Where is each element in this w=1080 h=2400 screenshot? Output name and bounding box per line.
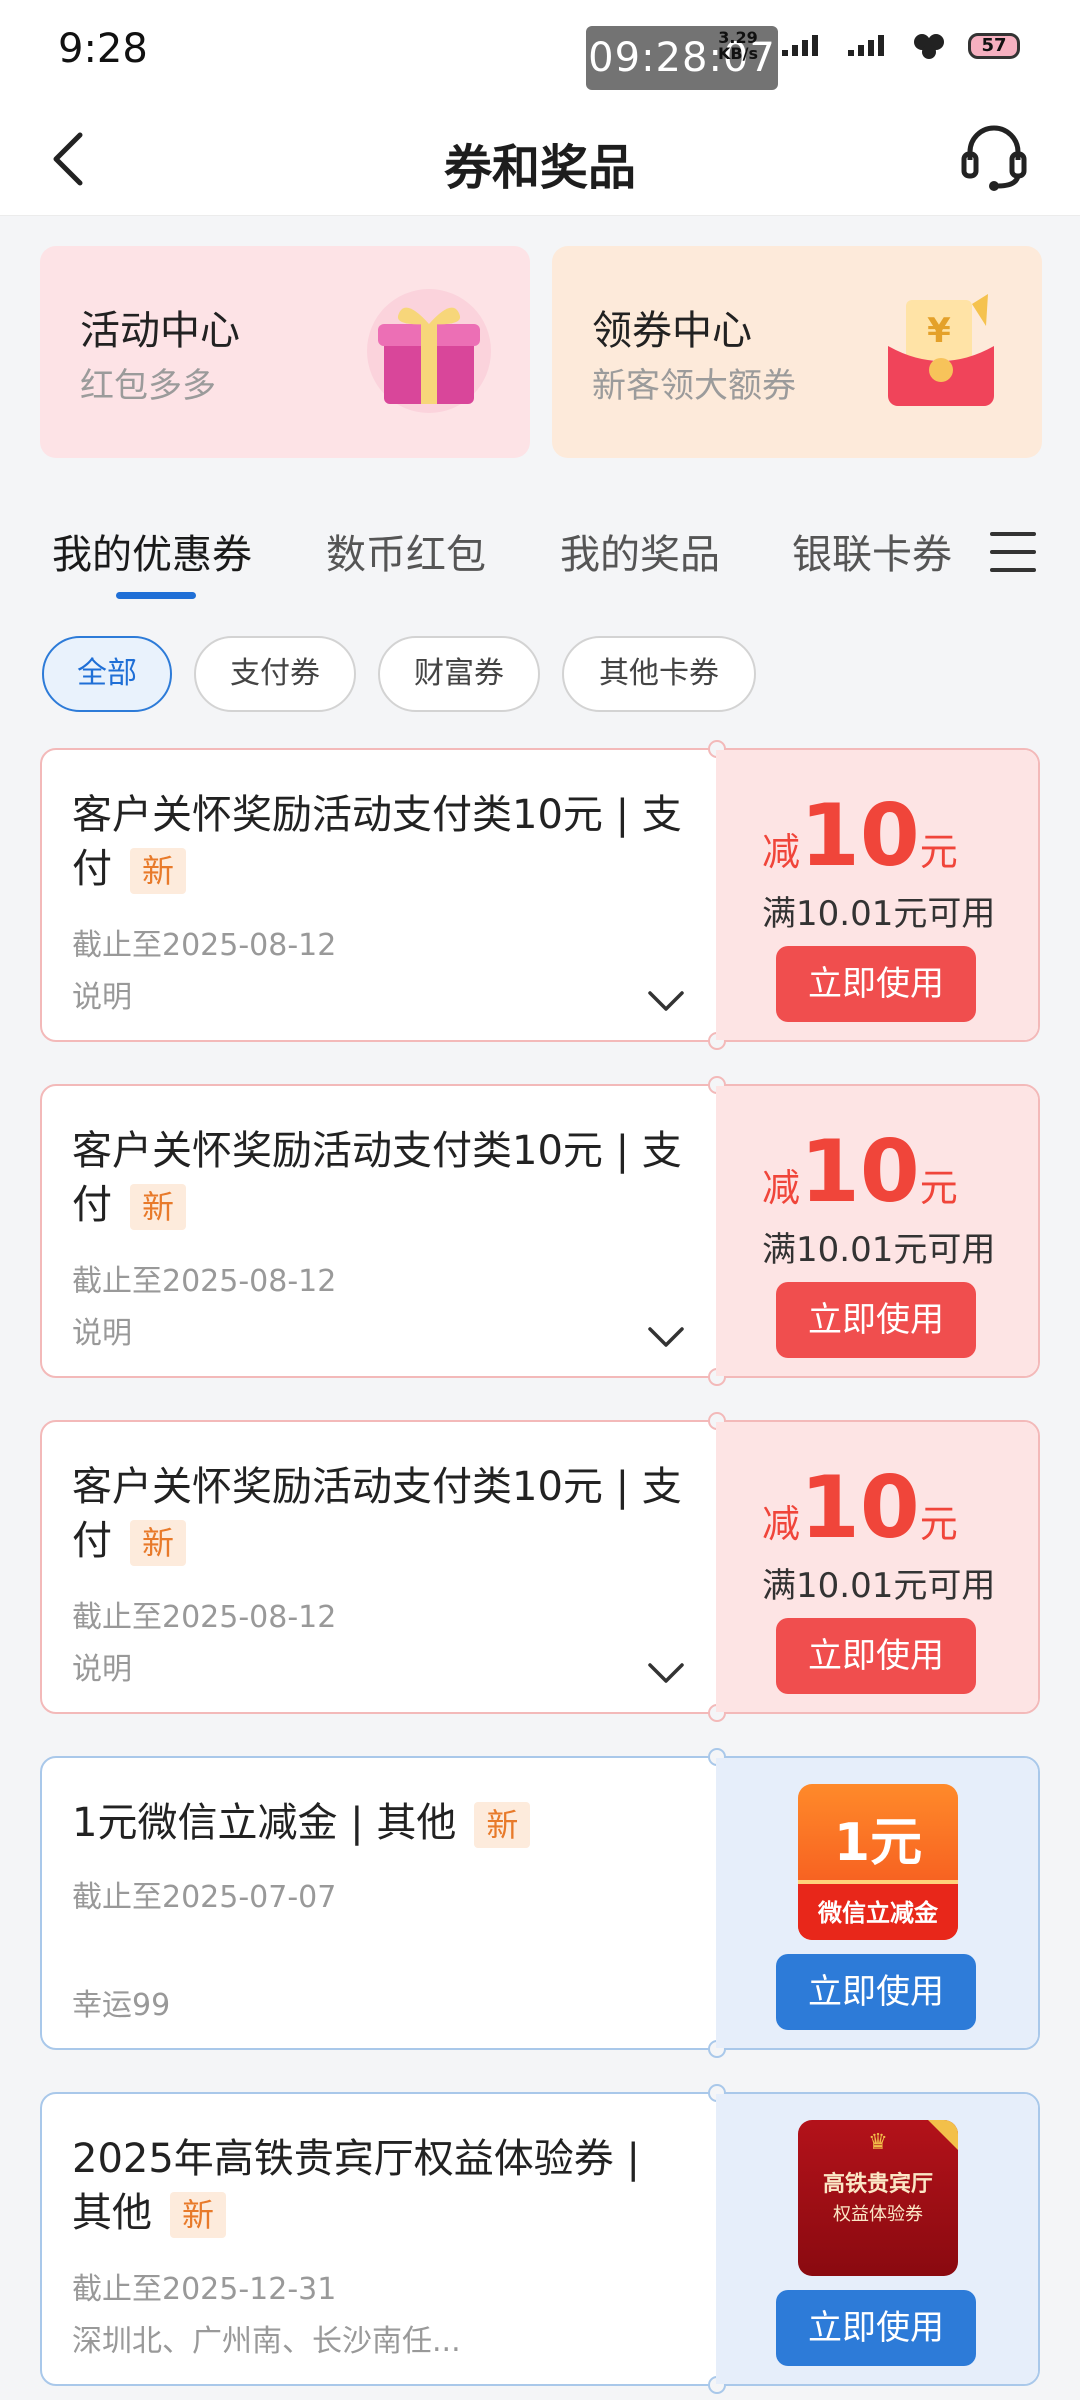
banner-subtitle: 红包多多 [80,366,216,406]
status-time: 9:28 [58,26,148,72]
nav-bar: 券和奖品 [0,100,1080,216]
coupon-expiry: 截止至2025-08-12 [72,928,337,963]
tab-unionpay-coupons[interactable]: 银联卡券 [792,522,952,580]
signal-icon-2 [848,35,884,56]
activity-center-banner[interactable]: 活动中心 红包多多 [40,246,530,458]
banner-title: 活动中心 [80,308,240,354]
coupon-condition: 满10.01元可用 [762,1566,996,1606]
filter-wealth[interactable]: 财富券 [378,636,540,712]
network-speed: 3.29 KB/s [718,28,758,63]
coupon-title: 客户关怀奖励活动支付类10元 | 支付新 [72,1464,682,1566]
new-badge: 新 [170,2192,227,2238]
coupon-condition: 满10.01元可用 [762,1230,996,1270]
status-icons: 3.29 KB/s 57 [718,30,1020,62]
filter-payment[interactable]: 支付券 [194,636,356,712]
coupon-note: 深圳北、广州南、长沙南任... [72,2324,461,2359]
banner-title: 领券中心 [592,308,752,354]
coupon-card[interactable]: 1元微信立减金 | 其他新 截止至2025-07-07 幸运99 1元 微信立减… [40,1748,1040,2058]
railway-lounge-image: ♛ 高铁贵宾厅 权益体验券 [798,2120,958,2276]
coupon-value-panel: 减10元 满10.01元可用 立即使用 [716,750,1038,1040]
coupon-tabs: 我的优惠券 数币红包 我的奖品 银联卡券 [0,500,1080,600]
new-badge: 新 [130,1520,187,1566]
filter-other-cards[interactable]: 其他卡券 [562,636,756,712]
page-title: 券和奖品 [443,140,636,196]
coupon-value-panel: 减10元 满10.01元可用 立即使用 [716,1422,1038,1712]
coupon-value-panel: 1元 微信立减金 立即使用 [716,1758,1038,2048]
svg-text:¥: ¥ [927,311,951,351]
use-now-button[interactable]: 立即使用 [776,946,976,1022]
new-badge: 新 [474,1802,531,1848]
coupon-description-toggle[interactable]: 说明 [72,972,132,1016]
tab-digital-red-packet[interactable]: 数币红包 [326,522,486,580]
coupon-expiry: 截止至2025-08-12 [72,1264,337,1299]
coupon-expiry: 截止至2025-08-12 [72,1600,337,1635]
coupon-info: 1元微信立减金 | 其他新 截止至2025-07-07 幸运99 [42,1758,716,2048]
coupon-amount: 减10元 [762,1122,958,1222]
coupon-info: 客户关怀奖励活动支付类10元 | 支付新 截止至2025-08-12 说明 [42,750,716,1040]
coupon-card[interactable]: 客户关怀奖励活动支付类10元 | 支付新 截止至2025-08-12 说明 减1… [40,740,1040,1050]
tab-my-prizes[interactable]: 我的奖品 [560,522,720,580]
coupon-info: 客户关怀奖励活动支付类10元 | 支付新 截止至2025-08-12 说明 [42,1086,716,1376]
chevron-down-icon[interactable] [646,1660,686,1686]
coupon-title: 2025年高铁贵宾厅权益体验券 | 其他新 [72,2136,640,2238]
new-badge: 新 [130,1184,187,1230]
new-badge: 新 [130,848,187,894]
coupon-amount: 减10元 [762,786,958,886]
filter-all[interactable]: 全部 [42,636,172,712]
coupon-description-toggle[interactable]: 说明 [72,1308,132,1352]
coupon-amount: 减10元 [762,1458,958,1558]
customer-service-icon[interactable] [958,120,1030,192]
menu-icon [990,532,1036,536]
signal-icon [782,35,818,56]
coupon-condition: 满10.01元可用 [762,894,996,934]
gift-box-icon [367,289,491,413]
coupon-expiry: 截止至2025-12-31 [72,2272,337,2307]
coupon-value-panel: ♛ 高铁贵宾厅 权益体验券 立即使用 [716,2094,1038,2384]
wechat-discount-image: 1元 微信立减金 [798,1784,958,1940]
use-now-button[interactable]: 立即使用 [776,2290,976,2366]
chevron-down-icon[interactable] [646,1324,686,1350]
coupon-title: 1元微信立减金 | 其他新 [72,1796,692,1850]
coupon-value-panel: 减10元 满10.01元可用 立即使用 [716,1086,1038,1376]
tab-menu-button[interactable] [990,532,1036,576]
crown-icon: ♛ [868,2130,888,2155]
coupon-card[interactable]: 客户关怀奖励活动支付类10元 | 支付新 截止至2025-08-12 说明 减1… [40,1412,1040,1722]
coupon-card[interactable]: 2025年高铁贵宾厅权益体验券 | 其他新 截止至2025-12-31 深圳北、… [40,2084,1040,2394]
coupon-note: 幸运99 [72,1988,171,2023]
wifi-icon [914,34,944,59]
coupon-title: 客户关怀奖励活动支付类10元 | 支付新 [72,1128,682,1230]
coupon-card[interactable]: 客户关怀奖励活动支付类10元 | 支付新 截止至2025-08-12 说明 减1… [40,1076,1040,1386]
status-bar: 9:28 09:28:07 3.29 KB/s 57 [0,0,1080,100]
coupon-description-toggle[interactable]: 说明 [72,1644,132,1688]
battery-indicator: 57 [968,33,1020,59]
red-envelope-icon: ¥ [888,294,994,406]
banner-subtitle: 新客领大额券 [592,366,796,406]
coupon-center-banner[interactable]: 领券中心 新客领大额券 ¥ [552,246,1042,458]
tab-my-coupons[interactable]: 我的优惠券 [52,522,252,580]
use-now-button[interactable]: 立即使用 [776,1618,976,1694]
chevron-down-icon[interactable] [646,988,686,1014]
coupon-expiry: 截止至2025-07-07 [72,1880,337,1915]
active-tab-indicator [116,592,196,599]
coupon-title: 客户关怀奖励活动支付类10元 | 支付新 [72,792,682,894]
use-now-button[interactable]: 立即使用 [776,1954,976,2030]
use-now-button[interactable]: 立即使用 [776,1282,976,1358]
coupon-info: 2025年高铁贵宾厅权益体验券 | 其他新 截止至2025-12-31 深圳北、… [42,2094,716,2384]
coupon-info: 客户关怀奖励活动支付类10元 | 支付新 截止至2025-08-12 说明 [42,1422,716,1712]
